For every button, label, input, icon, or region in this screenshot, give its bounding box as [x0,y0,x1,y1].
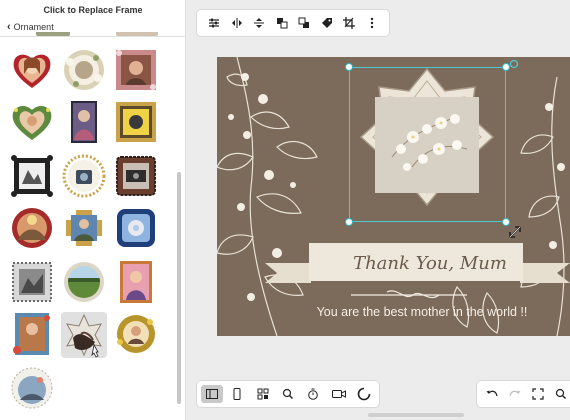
sliders-icon[interactable] [205,14,223,32]
frame-thumb-square-grey-lace[interactable] [10,260,54,304]
crop-icon[interactable] [340,14,358,32]
search-icon[interactable] [277,385,299,403]
back-to-ornament-button[interactable]: ‹ Ornament [7,20,54,33]
app-root: Click to Replace Frame ‹ Ornament Thank … [0,0,570,420]
frame-sidebar: Click to Replace Frame ‹ Ornament [0,0,186,420]
panel-icon[interactable] [200,385,223,403]
undo-icon[interactable] [483,385,500,403]
frame-thumb-round-red-floral[interactable] [10,206,54,250]
more-vertical-icon[interactable] [363,14,381,32]
bottom-toolbar [196,380,380,408]
frame-thumb-rect-pink-portrait[interactable] [114,260,158,304]
device-icon[interactable] [226,385,248,403]
frame-thumb-square-black-lace[interactable] [10,154,54,198]
frame-thumb-round-white-lace[interactable] [10,366,54,410]
frame-thumb-round-green-landscape[interactable] [62,260,106,304]
flip-vertical-icon[interactable] [250,14,268,32]
frame-thumb-heart-green-leaves[interactable] [10,100,54,144]
canvas-subtext[interactable]: You are the best mother in the world !! [286,305,558,319]
frame-thumb-square-pink-floral[interactable] [114,48,158,92]
resize-handle-top-left[interactable] [345,63,353,71]
flourish-divider [351,290,467,299]
frame-thumb-rect-blue-floral[interactable] [10,312,54,356]
flip-horizontal-icon[interactable] [228,14,246,32]
frame-thumb-round-gold-leaves[interactable] [114,312,158,356]
star-ornament-frame [359,67,495,207]
sidebar-scrollbar[interactable] [177,172,181,404]
design-canvas[interactable] [217,57,570,336]
back-label: Ornament [13,22,54,32]
video-icon[interactable] [328,385,350,403]
chevron-left-icon: ‹ [7,20,11,33]
frame-thumb-square-gold-cross[interactable] [62,206,106,250]
tag-icon[interactable] [318,14,336,32]
resize-cursor-icon [508,225,522,244]
frame-thumb-heart-red[interactable] [10,48,54,92]
frame-thumb-square-scalloped-dark[interactable] [114,154,158,198]
frame-thumb-square-blue-ornate[interactable] [114,206,158,250]
redo-icon[interactable] [506,385,523,403]
fit-screen-icon[interactable] [530,385,547,403]
send-backward-icon[interactable] [295,14,313,32]
frame-thumb-square-gold-ornate[interactable] [114,100,158,144]
frame-thumb-round-floral-cream[interactable] [62,48,106,92]
history-zoom-toolbar [476,380,570,408]
sidebar-divider [0,36,186,37]
resize-handle-bottom-left[interactable] [345,218,353,226]
blossoms-right [545,103,565,249]
element-toolbar [196,9,390,37]
frame-thumb-round-gold-beads[interactable] [62,154,106,198]
layout-icon[interactable] [252,385,274,403]
canvas-horizontal-scrollbar[interactable] [368,413,464,417]
bring-forward-icon[interactable] [273,14,291,32]
timer-icon[interactable] [302,385,324,403]
rotate-handle-icon[interactable] [509,56,519,74]
sidebar-title: Click to Replace Frame [43,5,143,15]
zoom-icon[interactable] [553,385,570,403]
frame-thumb-rect-dark-portrait[interactable] [62,100,106,144]
frame-thumb-star-dark-floral[interactable] [61,312,107,358]
loading-icon [353,385,375,403]
canvas-heading[interactable]: Thank You, Mum [330,253,530,274]
